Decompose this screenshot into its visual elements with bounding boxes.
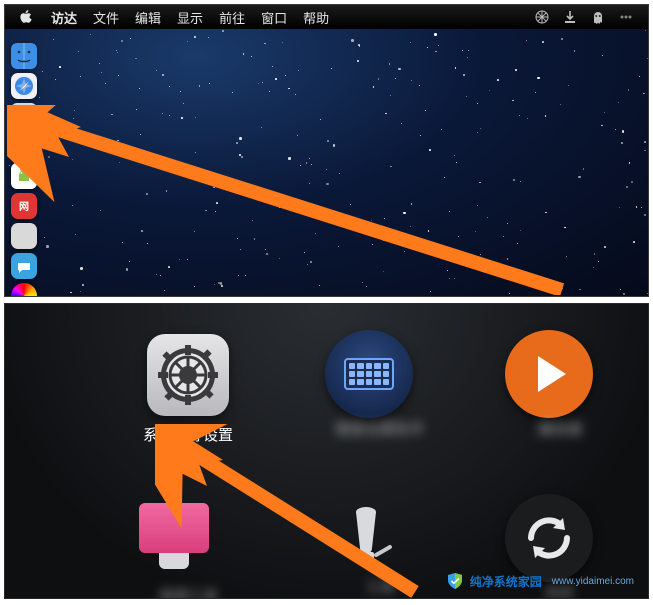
app-label-blurred: 播放器 — [505, 418, 615, 439]
menu-help[interactable]: 帮助 — [303, 8, 329, 27]
desktop-screenshot: 访达 文件 编辑 显示 前往 窗口 帮助 网 — [4, 4, 649, 297]
more-icon[interactable] — [618, 9, 634, 25]
system-preferences-icon — [147, 334, 229, 416]
menu-edit[interactable]: 编辑 — [135, 8, 161, 27]
apple-logo-icon[interactable] — [19, 10, 33, 24]
shield-icon — [446, 572, 464, 590]
ghost-icon[interactable] — [590, 9, 606, 25]
menu-go[interactable]: 前往 — [219, 8, 245, 27]
menu-view[interactable]: 显示 — [177, 8, 203, 27]
menu-file[interactable]: 文件 — [93, 8, 119, 27]
launchpad-screenshot: 系统偏好设置 键盘设置助手 播放器 清理工具 工具 — [4, 303, 649, 599]
watermark: 纯净系统家园 www.yidaimei.com — [442, 570, 638, 592]
dock-finder-icon[interactable] — [11, 43, 37, 69]
menu-app-name[interactable]: 访达 — [51, 8, 77, 27]
app-play[interactable]: 播放器 — [505, 330, 615, 439]
wheel-icon[interactable] — [534, 9, 550, 25]
sync-icon — [505, 494, 593, 582]
play-icon — [505, 330, 593, 418]
dock-safari-icon[interactable] — [11, 73, 37, 99]
watermark-url: www.yidaimei.com — [552, 576, 634, 587]
keyboard-icon — [325, 330, 413, 418]
macos-menubar: 访达 文件 编辑 显示 前往 窗口 帮助 — [5, 5, 648, 29]
app-keyboard[interactable]: 键盘设置助手 — [325, 330, 435, 439]
download-icon[interactable] — [562, 9, 578, 25]
menu-window[interactable]: 窗口 — [261, 8, 287, 27]
menubar-status-area — [534, 9, 634, 25]
annotation-arrow-bottom — [155, 424, 425, 599]
watermark-brand: 纯净系统家园 — [470, 573, 542, 590]
annotation-arrow-top — [7, 105, 567, 295]
